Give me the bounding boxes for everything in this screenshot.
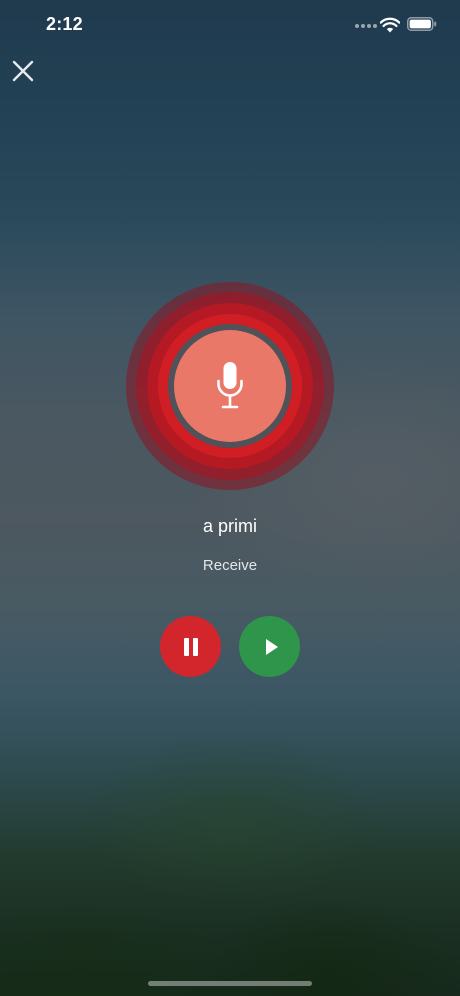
recognized-word: a primi	[202, 516, 257, 536]
wifi-icon	[380, 17, 400, 33]
status-time: 2:12	[46, 14, 83, 34]
recording-pulse	[126, 282, 334, 490]
mode-label: Receive	[202, 557, 258, 574]
play-button[interactable]	[239, 616, 300, 677]
pause-button[interactable]	[160, 616, 221, 677]
microphone-icon	[217, 362, 243, 409]
play-icon	[265, 638, 278, 655]
pause-icon	[183, 637, 198, 656]
cellular-signal-icon	[355, 24, 377, 30]
voice-recorder-screen: 2:12 a primi Receive	[0, 0, 460, 996]
close-icon	[12, 60, 34, 82]
status-bar: 2:12	[0, 0, 460, 52]
mic-button[interactable]	[174, 330, 286, 442]
battery-icon	[407, 17, 437, 31]
home-indicator[interactable]	[148, 981, 312, 986]
close-button[interactable]	[8, 56, 38, 86]
